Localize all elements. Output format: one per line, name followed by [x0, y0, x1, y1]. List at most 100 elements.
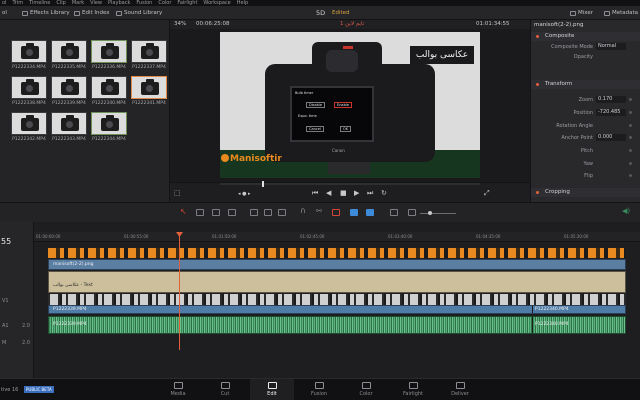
media-pool-clip[interactable]: P1222334.MP4 — [10, 40, 48, 72]
transform-section[interactable]: Transform — [531, 80, 640, 89]
keyframe-icon[interactable] — [629, 149, 632, 152]
media-pool-clip[interactable]: P1222341.MP4 — [130, 76, 168, 108]
video-clip-thumbnails[interactable] — [48, 294, 626, 305]
play-icon[interactable]: ▶ — [354, 189, 359, 197]
position-field[interactable]: -720.485 — [596, 109, 626, 116]
canon-brand: Canon — [332, 148, 345, 153]
text-clip[interactable]: عکاسی بوالب - Text — [48, 271, 626, 293]
clip-filename: P1222344.MP4 — [92, 137, 126, 142]
fairlight-page-icon — [408, 382, 418, 389]
blade-tool-icon[interactable] — [228, 209, 236, 216]
logo-overlay-track[interactable] — [48, 248, 626, 258]
track-channel-a2: 2.0 — [22, 340, 30, 346]
page-tab-fusion[interactable]: Fusion — [297, 379, 341, 400]
full-extent-zoom-icon[interactable] — [390, 209, 398, 216]
playhead[interactable] — [179, 232, 180, 350]
lcd-ok: OK — [340, 126, 352, 132]
zoom-dropdown[interactable]: 34% — [174, 21, 186, 27]
keyframe-icon[interactable] — [629, 111, 632, 114]
loop-icon[interactable]: ↻ — [381, 189, 387, 197]
image-clip[interactable]: manisoft(2-2).png — [48, 259, 626, 270]
composite-mode-row: Composite Mode Normal — [531, 43, 640, 51]
page-tab-media[interactable]: Media — [156, 379, 200, 400]
track-label-v1[interactable]: V1 — [2, 298, 9, 304]
track-label-a1[interactable]: A1 — [2, 323, 9, 329]
track-headers: 55 V1 A1 2.0 M 2.0 — [0, 222, 34, 378]
media-pool-toggle[interactable]: ol — [2, 8, 7, 18]
marker-icon[interactable] — [366, 209, 374, 216]
media-pool-clip[interactable]: P1222342.MP4 — [10, 112, 48, 144]
effects-library-button[interactable]: Effects Library — [22, 8, 70, 18]
overwrite-clip-icon[interactable] — [264, 209, 272, 216]
yaw-label: Yaw — [583, 161, 593, 167]
keyframe-icon[interactable] — [629, 136, 632, 139]
last-frame-icon[interactable]: ⏭ — [367, 189, 373, 198]
reverse-play-icon[interactable]: ◀ — [326, 189, 331, 197]
metadata-label: Metadata — [612, 10, 639, 16]
composite-mode-dropdown[interactable]: Normal — [596, 43, 626, 50]
composite-section[interactable]: Composite — [531, 32, 640, 41]
page-tab-cut[interactable]: Cut — [203, 379, 247, 400]
mixer-button[interactable]: Mixer — [570, 8, 593, 18]
trim-tool-icon[interactable] — [196, 209, 204, 216]
page-tab-fairlight[interactable]: Fairlight — [391, 379, 435, 400]
media-pool-clip[interactable]: P1222340.MP4 — [90, 76, 128, 108]
keyframe-icon[interactable] — [629, 174, 632, 177]
keyframe-icon[interactable] — [629, 98, 632, 101]
clip-thumbnail — [131, 76, 167, 99]
timeline-name[interactable]: تایم لاین 1 — [340, 21, 364, 27]
media-page-icon — [173, 382, 183, 389]
view-options-icon[interactable]: ⬚ — [174, 189, 181, 197]
keyframe-icon[interactable] — [629, 124, 632, 127]
jog-icon[interactable]: ◂ ● ▸ — [238, 191, 251, 197]
audio-clip[interactable]: P1222339.MP4 P1222340.MP4 — [48, 316, 626, 334]
scrubber-head[interactable] — [262, 181, 264, 187]
fusion-page-icon — [314, 382, 324, 389]
video-clip[interactable]: P1222339.MP4 P1222340.MP4 — [48, 305, 626, 314]
replace-clip-icon[interactable] — [278, 209, 286, 216]
zoom-slider-knob[interactable] — [428, 211, 432, 215]
media-pool-clip[interactable]: P1222337.MP4 — [130, 40, 168, 72]
ruler-tick: 01:02:45:00 — [300, 234, 325, 239]
page-tab-color[interactable]: Color — [344, 379, 388, 400]
media-pool-clip[interactable]: P1222344.MP4 — [90, 112, 128, 144]
fullscreen-icon[interactable]: ⤢ — [484, 189, 490, 198]
timeline-ruler[interactable]: 01:00:00:00 01:00:55:00 01:01:50:00 01:02:4… — [34, 232, 640, 242]
scrubber-track[interactable] — [220, 183, 480, 185]
insert-clip-icon[interactable] — [250, 209, 258, 216]
media-pool: P1222334.MP4 P1222335.MP4 P1222336.MP4 P122… — [0, 20, 170, 202]
tripod — [328, 162, 370, 174]
edit-index-button[interactable]: Edit Index — [74, 8, 110, 18]
ruler-tick: 01:05:30:00 — [564, 234, 589, 239]
link-icon[interactable]: ⚯ — [316, 207, 324, 215]
anchor-field[interactable]: 0.000 — [596, 134, 626, 141]
volume-icon[interactable]: ◀) — [622, 207, 630, 215]
detail-zoom-icon[interactable] — [408, 209, 416, 216]
selection-tool-icon[interactable]: ↖ — [180, 207, 188, 216]
ruler-tick: 01:04:35:00 — [476, 234, 501, 239]
sound-library-button[interactable]: Sound Library — [116, 8, 162, 18]
mute-button[interactable]: M — [2, 340, 6, 346]
page-tab-edit[interactable]: Edit — [250, 379, 294, 400]
mixer-icon — [570, 10, 576, 16]
page-tab-deliver[interactable]: Deliver — [438, 379, 482, 400]
first-frame-icon[interactable]: ⏮ — [312, 189, 318, 198]
cropping-section[interactable]: Cropping — [531, 188, 640, 197]
zoom-field[interactable]: 0.170 — [596, 96, 626, 103]
media-pool-clip[interactable]: P1222336.MP4 — [90, 40, 128, 72]
page-tab-label: Deliver — [451, 391, 469, 397]
stop-icon[interactable]: ■ — [340, 189, 347, 197]
dynamic-trim-icon[interactable] — [212, 209, 220, 216]
clip-filename: P1222341.MP4 — [132, 101, 166, 106]
media-pool-clip[interactable]: P1222335.MP4 — [50, 40, 88, 72]
media-pool-clip[interactable]: P1222339.MP4 — [50, 76, 88, 108]
zoom-slider[interactable] — [420, 213, 456, 214]
media-pool-clip[interactable]: P1222338.MP4 — [10, 76, 48, 108]
keyframe-icon[interactable] — [629, 162, 632, 165]
clip-thumbnail — [11, 76, 47, 99]
metadata-button[interactable]: Metadata — [604, 8, 638, 18]
flag-icon[interactable] — [350, 209, 358, 216]
media-pool-clip[interactable]: P1222343.MP4 — [50, 112, 88, 144]
snapping-icon[interactable]: ∩ — [300, 206, 308, 215]
position-lock-icon[interactable] — [332, 209, 340, 216]
